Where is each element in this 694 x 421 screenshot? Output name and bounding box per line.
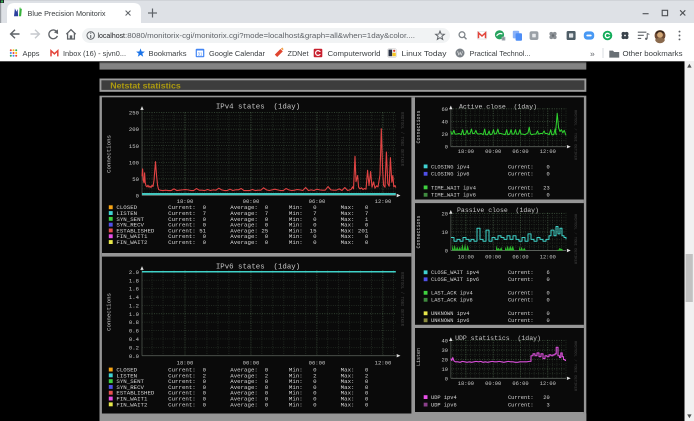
svg-text:Google Calendar: Google Calendar xyxy=(209,51,266,58)
svg-text:10: 10 xyxy=(442,367,448,373)
svg-text:RRDTOOL / TOBI OETIKER: RRDTOOL / TOBI OETIKER xyxy=(573,341,578,392)
svg-text:0: 0 xyxy=(445,376,448,382)
svg-text:LAST_ACK ipv6 Curren: LAST_ACK ipv6 Current: 0 xyxy=(431,298,550,304)
svg-text:1.6: 1.6 xyxy=(129,286,139,293)
svg-text:UNKNOWN ipv6 Curren: UNKNOWN ipv6 Current: 0 xyxy=(431,318,550,324)
svg-text:UDP ipv6 Curren: UDP ipv6 Current: 3 xyxy=(431,403,550,409)
svg-text:RRDTOOL / TOBI OETIKER: RRDTOOL / TOBI OETIKER xyxy=(573,110,578,161)
svg-text:0.4: 0.4 xyxy=(129,336,140,343)
svg-text:TIME_WAIT ipv4 Curren: TIME_WAIT ipv4 Current: 23 xyxy=(431,185,550,191)
svg-text:Connections: Connections xyxy=(106,135,113,173)
svg-text:00:00: 00:00 xyxy=(485,381,501,387)
svg-text:06:00: 06:00 xyxy=(512,149,528,155)
svg-text:LAST_ACK ipv4 Curren: LAST_ACK ipv4 Current: 0 xyxy=(431,291,550,297)
svg-text:40: 40 xyxy=(442,339,448,345)
svg-text:12:00: 12:00 xyxy=(540,381,556,387)
svg-text:Connections: Connections xyxy=(106,293,113,331)
svg-text:12:00: 12:00 xyxy=(540,149,556,155)
svg-text:Inbox (16) - sjvn0...: Inbox (16) - sjvn0... xyxy=(63,51,126,58)
svg-text:IPv6 states (1day): IPv6 states (1day) xyxy=(216,263,300,271)
svg-text:UDP ipv4 Curren: UDP ipv4 Current: 20 xyxy=(431,395,550,401)
svg-text:ZDNet: ZDNet xyxy=(288,51,309,58)
svg-text:10: 10 xyxy=(442,230,448,236)
svg-text::8080/monitorix-cgi/monitorix.: :8080/monitorix-cgi/monitorix.cgi?mode=l… xyxy=(125,31,415,40)
svg-text:200: 200 xyxy=(129,126,140,133)
svg-text:06:00: 06:00 xyxy=(512,381,528,387)
svg-text:FIN_WAIT2 Current: 0: FIN_WAIT2 Current: 0 Average: 0 Min: 0 M… xyxy=(116,239,368,246)
svg-text:Apps: Apps xyxy=(23,51,41,58)
svg-text:1.8: 1.8 xyxy=(129,277,139,284)
svg-text:1.2: 1.2 xyxy=(129,302,139,309)
svg-text:Practical Technol...: Practical Technol... xyxy=(470,51,531,58)
svg-text:Bookmarks: Bookmarks xyxy=(149,51,188,58)
svg-text:06:00: 06:00 xyxy=(512,255,528,261)
svg-text:100: 100 xyxy=(129,159,140,166)
svg-text:Computerworld: Computerworld xyxy=(328,51,381,58)
svg-text:Listen: Listen xyxy=(416,348,422,366)
svg-text:localhost: localhost xyxy=(98,31,126,40)
svg-text:50: 50 xyxy=(132,176,139,183)
svg-text:Blue Precision Monitorix: Blue Precision Monitorix xyxy=(28,9,106,18)
svg-text:RRDTOOL / TOBI OETIKER: RRDTOOL / TOBI OETIKER xyxy=(573,214,578,265)
svg-text:2.0: 2.0 xyxy=(129,269,140,276)
svg-text:12:00: 12:00 xyxy=(540,255,556,261)
svg-text:12:00: 12:00 xyxy=(375,360,392,367)
svg-text:00:00: 00:00 xyxy=(485,149,501,155)
svg-text:0.2: 0.2 xyxy=(129,344,139,351)
svg-text:150: 150 xyxy=(129,143,140,150)
svg-text:Connections: Connections xyxy=(416,110,422,143)
svg-text:FIN_WAIT2 Current: 0: FIN_WAIT2 Current: 0 Average: 0 Min: 0 M… xyxy=(116,401,368,408)
svg-text:CLOSE_WAIT ipv6 Curren: CLOSE_WAIT ipv6 Current: 0 xyxy=(431,277,550,283)
svg-text:250: 250 xyxy=(129,110,140,117)
svg-text:RRDTOOL / TOBI OETIKER: RRDTOOL / TOBI OETIKER xyxy=(399,112,404,167)
svg-text:18:00: 18:00 xyxy=(458,381,474,387)
svg-text:TIME_WAIT ipv6 Curren: TIME_WAIT ipv6 Current: 0 xyxy=(431,193,550,199)
svg-text:IPv4 states (1day): IPv4 states (1day) xyxy=(216,103,300,111)
svg-text:00:00: 00:00 xyxy=(485,255,501,261)
svg-text:Netstat statistics: Netstat statistics xyxy=(110,80,181,90)
svg-text:0: 0 xyxy=(445,145,448,151)
svg-text:1.4: 1.4 xyxy=(129,294,140,301)
svg-text:30: 30 xyxy=(442,348,448,354)
svg-text:RRDTOOL / TOBI OETIKER: RRDTOOL / TOBI OETIKER xyxy=(399,272,404,327)
svg-text:»: » xyxy=(590,48,595,58)
svg-text:CLOSING ipv6 Curren: CLOSING ipv6 Current: 0 xyxy=(431,172,550,178)
svg-text:31: 31 xyxy=(198,51,203,56)
svg-text:0.8: 0.8 xyxy=(129,319,139,326)
svg-text:18:00: 18:00 xyxy=(458,255,474,261)
svg-text:Linux Today: Linux Today xyxy=(402,51,448,58)
svg-text:CLOSE_WAIT ipv4 Curren: CLOSE_WAIT ipv4 Current: 6 xyxy=(431,270,550,276)
svg-text:W: W xyxy=(457,51,464,58)
svg-text:18:00: 18:00 xyxy=(458,149,474,155)
svg-text:UNKNOWN ipv4 Curren: UNKNOWN ipv4 Current: 0 xyxy=(431,311,550,317)
svg-text:60: 60 xyxy=(442,107,448,113)
svg-text:40: 40 xyxy=(442,120,448,126)
svg-text:0: 0 xyxy=(445,249,448,255)
svg-text:Other bookmarks: Other bookmarks xyxy=(623,51,684,58)
svg-text:20: 20 xyxy=(442,358,448,364)
svg-text:Active close (1day): Active close (1day) xyxy=(459,104,537,111)
svg-text:0.0: 0.0 xyxy=(129,353,140,360)
svg-text:0.6: 0.6 xyxy=(129,328,139,335)
svg-text:20: 20 xyxy=(442,132,448,138)
svg-text:Connections: Connections xyxy=(416,215,422,248)
svg-text:20: 20 xyxy=(442,212,448,218)
svg-text:CLOSING ipv4 Curren: CLOSING ipv4 Current: 0 xyxy=(431,164,550,170)
svg-text:1.0: 1.0 xyxy=(129,311,140,318)
svg-text:12:00: 12:00 xyxy=(375,198,392,205)
